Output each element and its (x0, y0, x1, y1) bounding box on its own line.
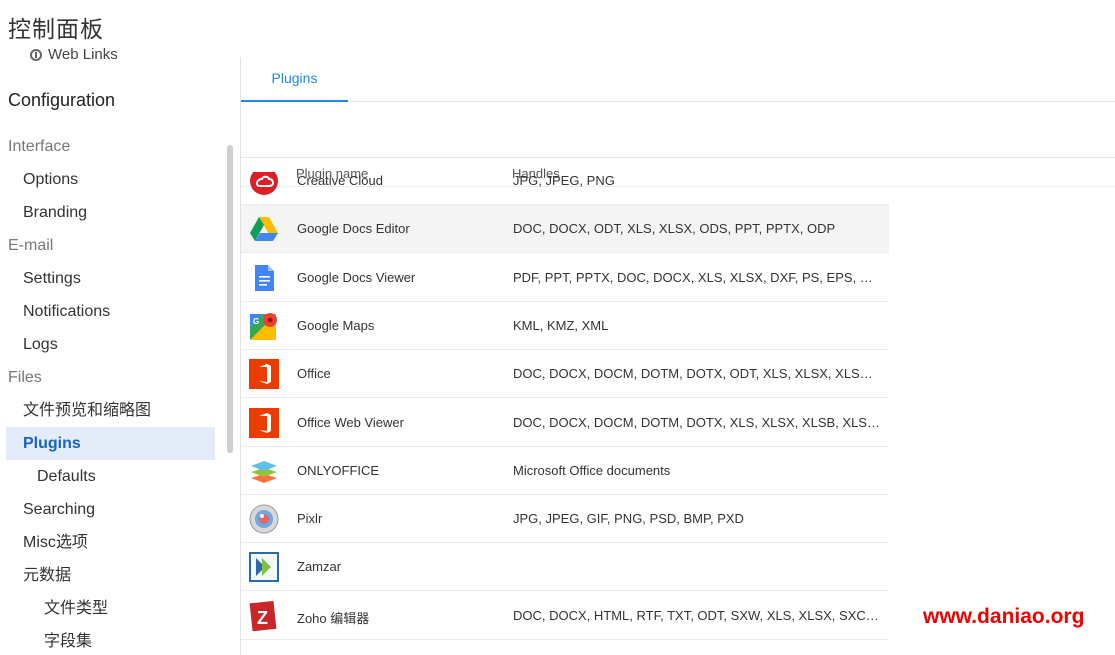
table-row[interactable]: Office Web Viewer DOC, DOCX, DOCM, DOTM, … (241, 399, 889, 447)
sidebar-nav: Interface Options Branding E-mail Settings No… (0, 130, 230, 655)
plugin-name: Pixlr (297, 511, 323, 527)
table-row[interactable]: Creative Cloud JPG, JPEG, PNG (241, 172, 889, 205)
sidebar-item-0: Interface (8, 138, 71, 155)
google-drive-icon (249, 214, 279, 244)
plugin-handles: Microsoft Office documents (513, 462, 671, 478)
zamzar-icon (249, 552, 279, 583)
link-icon (30, 48, 42, 61)
sidebar-item-15[interactable]: 字段集 (0, 625, 230, 655)
sidebar-item-13[interactable]: 元数据 (0, 559, 230, 592)
sidebar-item-label: Web Links (48, 46, 118, 63)
table-row[interactable]: Pixlr JPG, JPEG, GIF, PNG, PSD, BMP, PXD (241, 495, 889, 544)
plugin-handles: DOC, DOCX, DOCM, DOTM, DOTX, ODT, XLS, X… (513, 366, 881, 382)
sidebar-item-5[interactable]: Notifications (0, 295, 230, 328)
svg-text:G: G (253, 317, 259, 326)
tab-bar: Plugins (241, 57, 1115, 102)
sidebar-item-3: E-mail (8, 237, 54, 254)
plugin-name: Creative Cloud (297, 173, 383, 188)
sidebar-item-1[interactable]: Options (0, 163, 230, 196)
table-row[interactable]: Z Zoho 编辑器 DOC, DOCX, HTML, RTF, TXT, ODT,… (241, 592, 889, 640)
sidebar-item-2[interactable]: Branding (0, 196, 230, 229)
google-maps-icon: G (249, 311, 279, 341)
sidebar-item-8[interactable]: 文件预览和缩略图 (0, 394, 230, 427)
plugin-name: Zoho 编辑器 (297, 610, 370, 626)
office-web-viewer-icon (249, 407, 279, 438)
sidebar-item-11[interactable]: Searching (0, 493, 230, 526)
table-row[interactable]: G Google Maps KML, KMZ, XML (241, 302, 889, 350)
sidebar-item-14[interactable]: 文件类型 (0, 592, 230, 625)
plugin-name: Google Docs Editor (297, 221, 410, 237)
zoho-icon: Z (249, 600, 279, 631)
main-panel: Plugins Plugin name Handles Creative Clo… (240, 57, 1115, 655)
office-icon (249, 359, 279, 390)
configuration-heading: Configuration (8, 90, 116, 110)
plugins-table: Creative Cloud JPG, JPEG, PNG Google Docs … (241, 172, 889, 655)
table-row[interactable]: ONLYOFFICE Microsoft Office documents (241, 447, 889, 495)
svg-text:Z: Z (257, 608, 268, 628)
sidebar-item-7: Files (8, 369, 42, 386)
pixlr-icon (249, 504, 279, 534)
plugin-name: Office (297, 366, 331, 382)
sidebar-item-12[interactable]: Misc选项 (0, 526, 230, 559)
plugin-name: Google Docs Viewer (297, 269, 416, 285)
table-row[interactable]: Google Docs Editor DOC, DOCX, ODT, XLS, X… (241, 205, 889, 254)
sidebar-scrollbar[interactable] (227, 145, 233, 453)
plugin-name: Zamzar (297, 559, 342, 575)
table-row[interactable]: Google Docs Viewer PDF, PPT, PPTX, DOC, D… (241, 254, 889, 302)
onlyoffice-icon (249, 456, 279, 486)
google-docs-icon (249, 263, 279, 293)
plugin-name: ONLYOFFICE (297, 462, 380, 478)
plugin-handles: DOC, DOCX, DOCM, DOTM, DOTX, XLS, XLSX, … (513, 414, 881, 430)
plugin-handles: KML, KMZ, XML (513, 317, 609, 333)
plugin-handles: JPG, JPEG, GIF, PNG, PSD, BMP, PXD (513, 511, 744, 527)
page-title: 控制面板 (8, 17, 104, 43)
plugin-name: Office Web Viewer (297, 414, 404, 430)
sidebar-item-web-links[interactable]: Web Links (30, 46, 118, 63)
tab-plugins[interactable]: Plugins (241, 57, 348, 102)
sidebar-item-4[interactable]: Settings (0, 262, 230, 295)
plugin-name: Google Maps (297, 317, 375, 333)
sidebar-item-9[interactable]: Plugins (6, 427, 215, 460)
sidebar: Web Links Configuration Interface Options… (0, 42, 238, 655)
sidebar-item-6[interactable]: Logs (0, 328, 230, 361)
plugin-handles: JPG, JPEG, PNG (513, 173, 615, 188)
plugin-handles: DOC, DOCX, ODT, XLS, XLSX, ODS, PPT, PPT… (513, 221, 836, 237)
watermark: www.daniao.org (923, 605, 1085, 628)
creative-cloud-icon (249, 172, 279, 196)
plugin-handles: DOC, DOCX, HTML, RTF, TXT, ODT, SXW, XLS… (513, 607, 881, 623)
sidebar-item-10[interactable]: Defaults (0, 460, 230, 493)
table-row[interactable]: Zamzar (241, 543, 889, 592)
table-row[interactable]: Office DOC, DOCX, DOCM, DOTM, DOTX, ODT, … (241, 350, 889, 399)
plugin-handles: PDF, PPT, PPTX, DOC, DOCX, XLS, XLSX, DX… (513, 269, 881, 285)
